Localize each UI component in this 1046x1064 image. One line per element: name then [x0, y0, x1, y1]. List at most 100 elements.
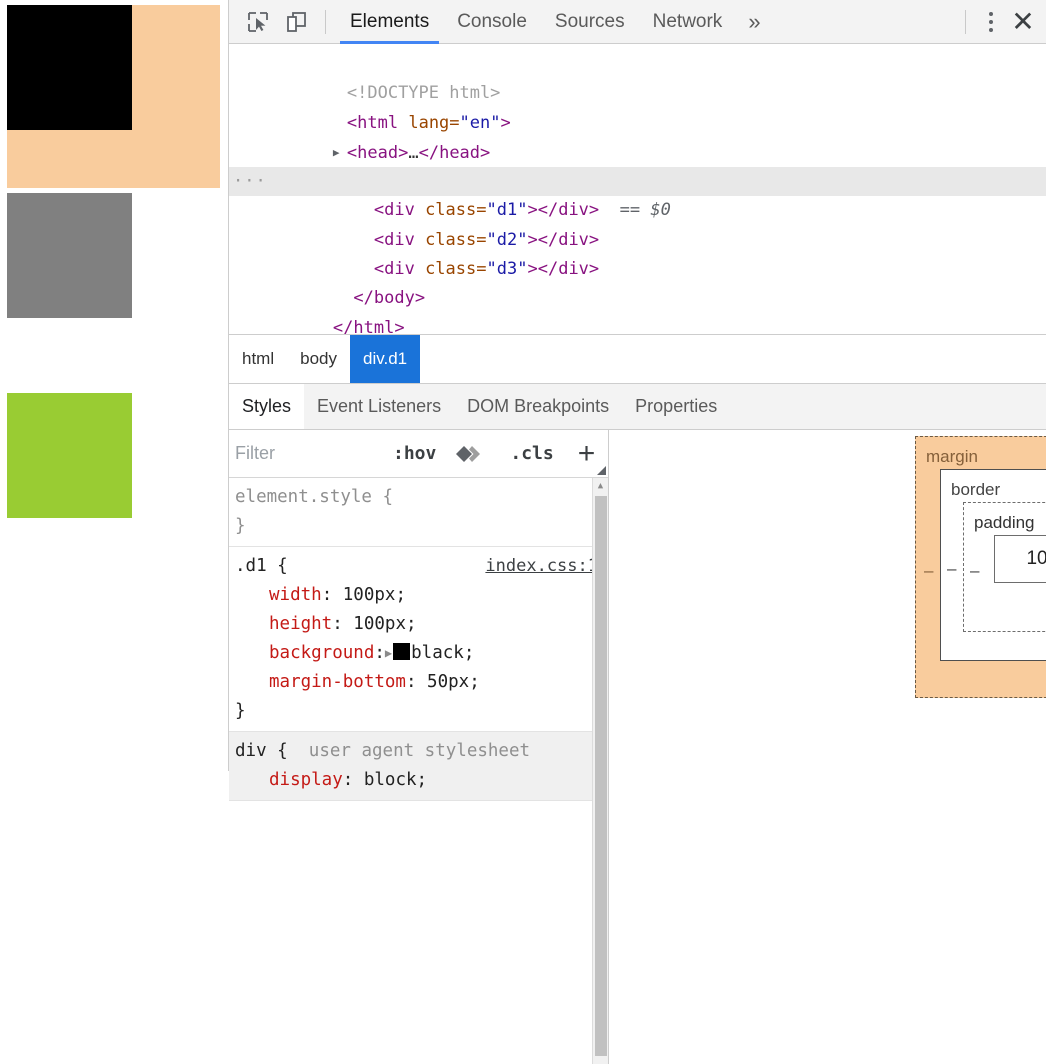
close-tag-open: </: [332, 317, 354, 334]
box-model-margin: margin – – – 50 border – – – – padding –: [915, 436, 1046, 698]
open-brace: [372, 487, 383, 507]
device-toolbar-icon[interactable]: [277, 5, 315, 39]
stylesheet-origin-link[interactable]: index.css:1: [485, 552, 598, 581]
box-model-pane: margin – – – 50 border – – – – padding –: [610, 430, 1046, 1064]
expand-shorthand-icon[interactable]: ▶: [385, 639, 392, 668]
declaration-height[interactable]: height: 100px;: [235, 610, 608, 639]
toolbar-divider: [325, 9, 326, 34]
dom-line-html[interactable]: <html lang="en">: [229, 79, 1046, 133]
tab-dom-breakpoints[interactable]: DOM Breakpoints: [454, 384, 622, 429]
inspect-cursor-icon[interactable]: [239, 5, 277, 39]
border-left-value[interactable]: –: [947, 559, 956, 579]
breadcrumb-item-div-d1[interactable]: div.d1: [350, 335, 421, 383]
semicolon: ;: [395, 585, 406, 605]
property-name[interactable]: height: [269, 614, 332, 634]
rendering-diamond-icon[interactable]: [454, 444, 484, 464]
user-agent-label: user agent stylesheet: [308, 741, 531, 761]
style-rule-d1[interactable]: .d1 { index.css:1 width: 100px; height: 1…: [229, 547, 608, 732]
three-dots-vertical-icon[interactable]: [976, 5, 1006, 39]
styles-scrollbar[interactable]: ▲ ▲: [592, 478, 608, 1064]
breadcrumb-item-html[interactable]: html: [229, 335, 287, 383]
dom-line-doctype[interactable]: <!DOCTYPE html>: [229, 50, 1046, 103]
colon: :: [374, 643, 385, 663]
declaration-display[interactable]: display: block;: [235, 766, 608, 795]
property-name[interactable]: background: [269, 643, 374, 663]
close-icon[interactable]: ✕: [1006, 5, 1040, 39]
colon: :: [321, 585, 343, 605]
declaration-background[interactable]: background:▶ black;: [235, 639, 608, 668]
tab-console[interactable]: Console: [443, 0, 541, 44]
tag-name: html: [353, 317, 395, 334]
page-box-d2[interactable]: [7, 193, 132, 318]
brace-open: {: [277, 556, 288, 576]
dom-line-div-d1[interactable]: ··· <div class="d1"></div> == $0: [229, 167, 1046, 220]
scrollbar-thumb[interactable]: [595, 496, 607, 1056]
padding-left-value[interactable]: –: [970, 561, 979, 581]
box-model-padding: padding – – – – 100 × 100: [963, 502, 1046, 632]
margin-label: margin: [926, 447, 978, 466]
style-rule-user-agent-div[interactable]: div { user agent stylesheet display: blo…: [229, 732, 608, 801]
hov-button[interactable]: :hov: [387, 443, 442, 464]
devtools-toolbar: Elements Console Sources Network » ✕: [229, 0, 1046, 44]
property-value[interactable]: 100px: [343, 585, 396, 605]
styles-filter-bar: :hov .cls +: [229, 430, 608, 478]
semicolon: ;: [405, 614, 417, 634]
declaration-width[interactable]: width: 100px;: [235, 581, 608, 610]
rule-selector[interactable]: .d1: [235, 556, 267, 576]
more-tabs-button[interactable]: »: [736, 0, 772, 44]
tab-styles[interactable]: Styles: [229, 384, 305, 429]
rule-selector[interactable]: element.style: [235, 487, 372, 507]
add-rule-button[interactable]: +: [570, 438, 604, 469]
brace-open: {: [277, 741, 288, 761]
brace-open: {: [382, 487, 394, 507]
property-name[interactable]: display: [269, 770, 343, 790]
breadcrumb: html body div.d1: [229, 334, 1046, 383]
tab-sources[interactable]: Sources: [541, 0, 639, 44]
style-rule-element-style[interactable]: element.style { }: [229, 478, 608, 547]
semicolon: ;: [416, 770, 428, 790]
property-name[interactable]: margin-bottom: [269, 672, 406, 692]
property-name[interactable]: width: [269, 585, 322, 605]
rule-selector-row: .d1 { index.css:1: [235, 552, 608, 581]
angle-close: >: [394, 317, 405, 334]
styles-pane: :hov .cls + element.style {: [229, 430, 609, 1064]
property-value[interactable]: 50px: [427, 672, 469, 692]
padding-label: padding: [974, 513, 1035, 532]
colon: :: [342, 770, 364, 790]
dom-line-body-open[interactable]: ▼<body>: [229, 138, 1046, 192]
tab-properties[interactable]: Properties: [622, 384, 730, 429]
page-box-d1[interactable]: [7, 5, 132, 130]
page-box-d3[interactable]: [7, 393, 132, 518]
tab-elements[interactable]: Elements: [336, 0, 443, 44]
property-value[interactable]: 100px: [353, 614, 406, 634]
color-swatch[interactable]: [393, 643, 411, 660]
styles-and-boxmodel: :hov .cls + element.style {: [229, 430, 1046, 1064]
cls-button[interactable]: .cls: [504, 443, 559, 464]
property-value[interactable]: black: [411, 643, 464, 663]
colon: :: [405, 672, 428, 692]
margin-left-value[interactable]: –: [924, 561, 933, 581]
dom-line-body-close[interactable]: </body>: [229, 255, 1046, 308]
property-value[interactable]: block: [364, 770, 417, 790]
border-label: border: [951, 480, 1001, 499]
dom-line-div-d3[interactable]: <div class="d3"></div>: [229, 226, 1046, 279]
breadcrumb-item-body[interactable]: body: [287, 335, 350, 383]
dom-line-head[interactable]: ▶ <head>…</head>: [229, 109, 1046, 163]
box-model-content-size[interactable]: 100 × 100: [994, 535, 1046, 583]
tab-network[interactable]: Network: [639, 0, 737, 44]
search-input[interactable]: [229, 437, 387, 470]
tab-event-listeners[interactable]: Event Listeners: [304, 384, 454, 429]
user-agent-note: [288, 741, 309, 761]
devtools-screenshot: Elements Console Sources Network » ✕ <!D…: [0, 0, 1046, 1064]
dom-line-div-d2[interactable]: <div class="d2"></div>: [229, 196, 1046, 250]
brace-close: }: [235, 701, 246, 721]
main-tab-list: Elements Console Sources Network »: [336, 0, 773, 44]
child-ellipsis-marker[interactable]: ···: [233, 167, 267, 196]
dom-line-html-close[interactable]: </html>: [229, 284, 1046, 334]
colon: :: [332, 614, 354, 634]
rule-selector[interactable]: div: [235, 741, 267, 761]
resize-handle[interactable]: [597, 466, 606, 475]
declaration-margin-bottom[interactable]: margin-bottom: 50px;: [235, 668, 608, 697]
